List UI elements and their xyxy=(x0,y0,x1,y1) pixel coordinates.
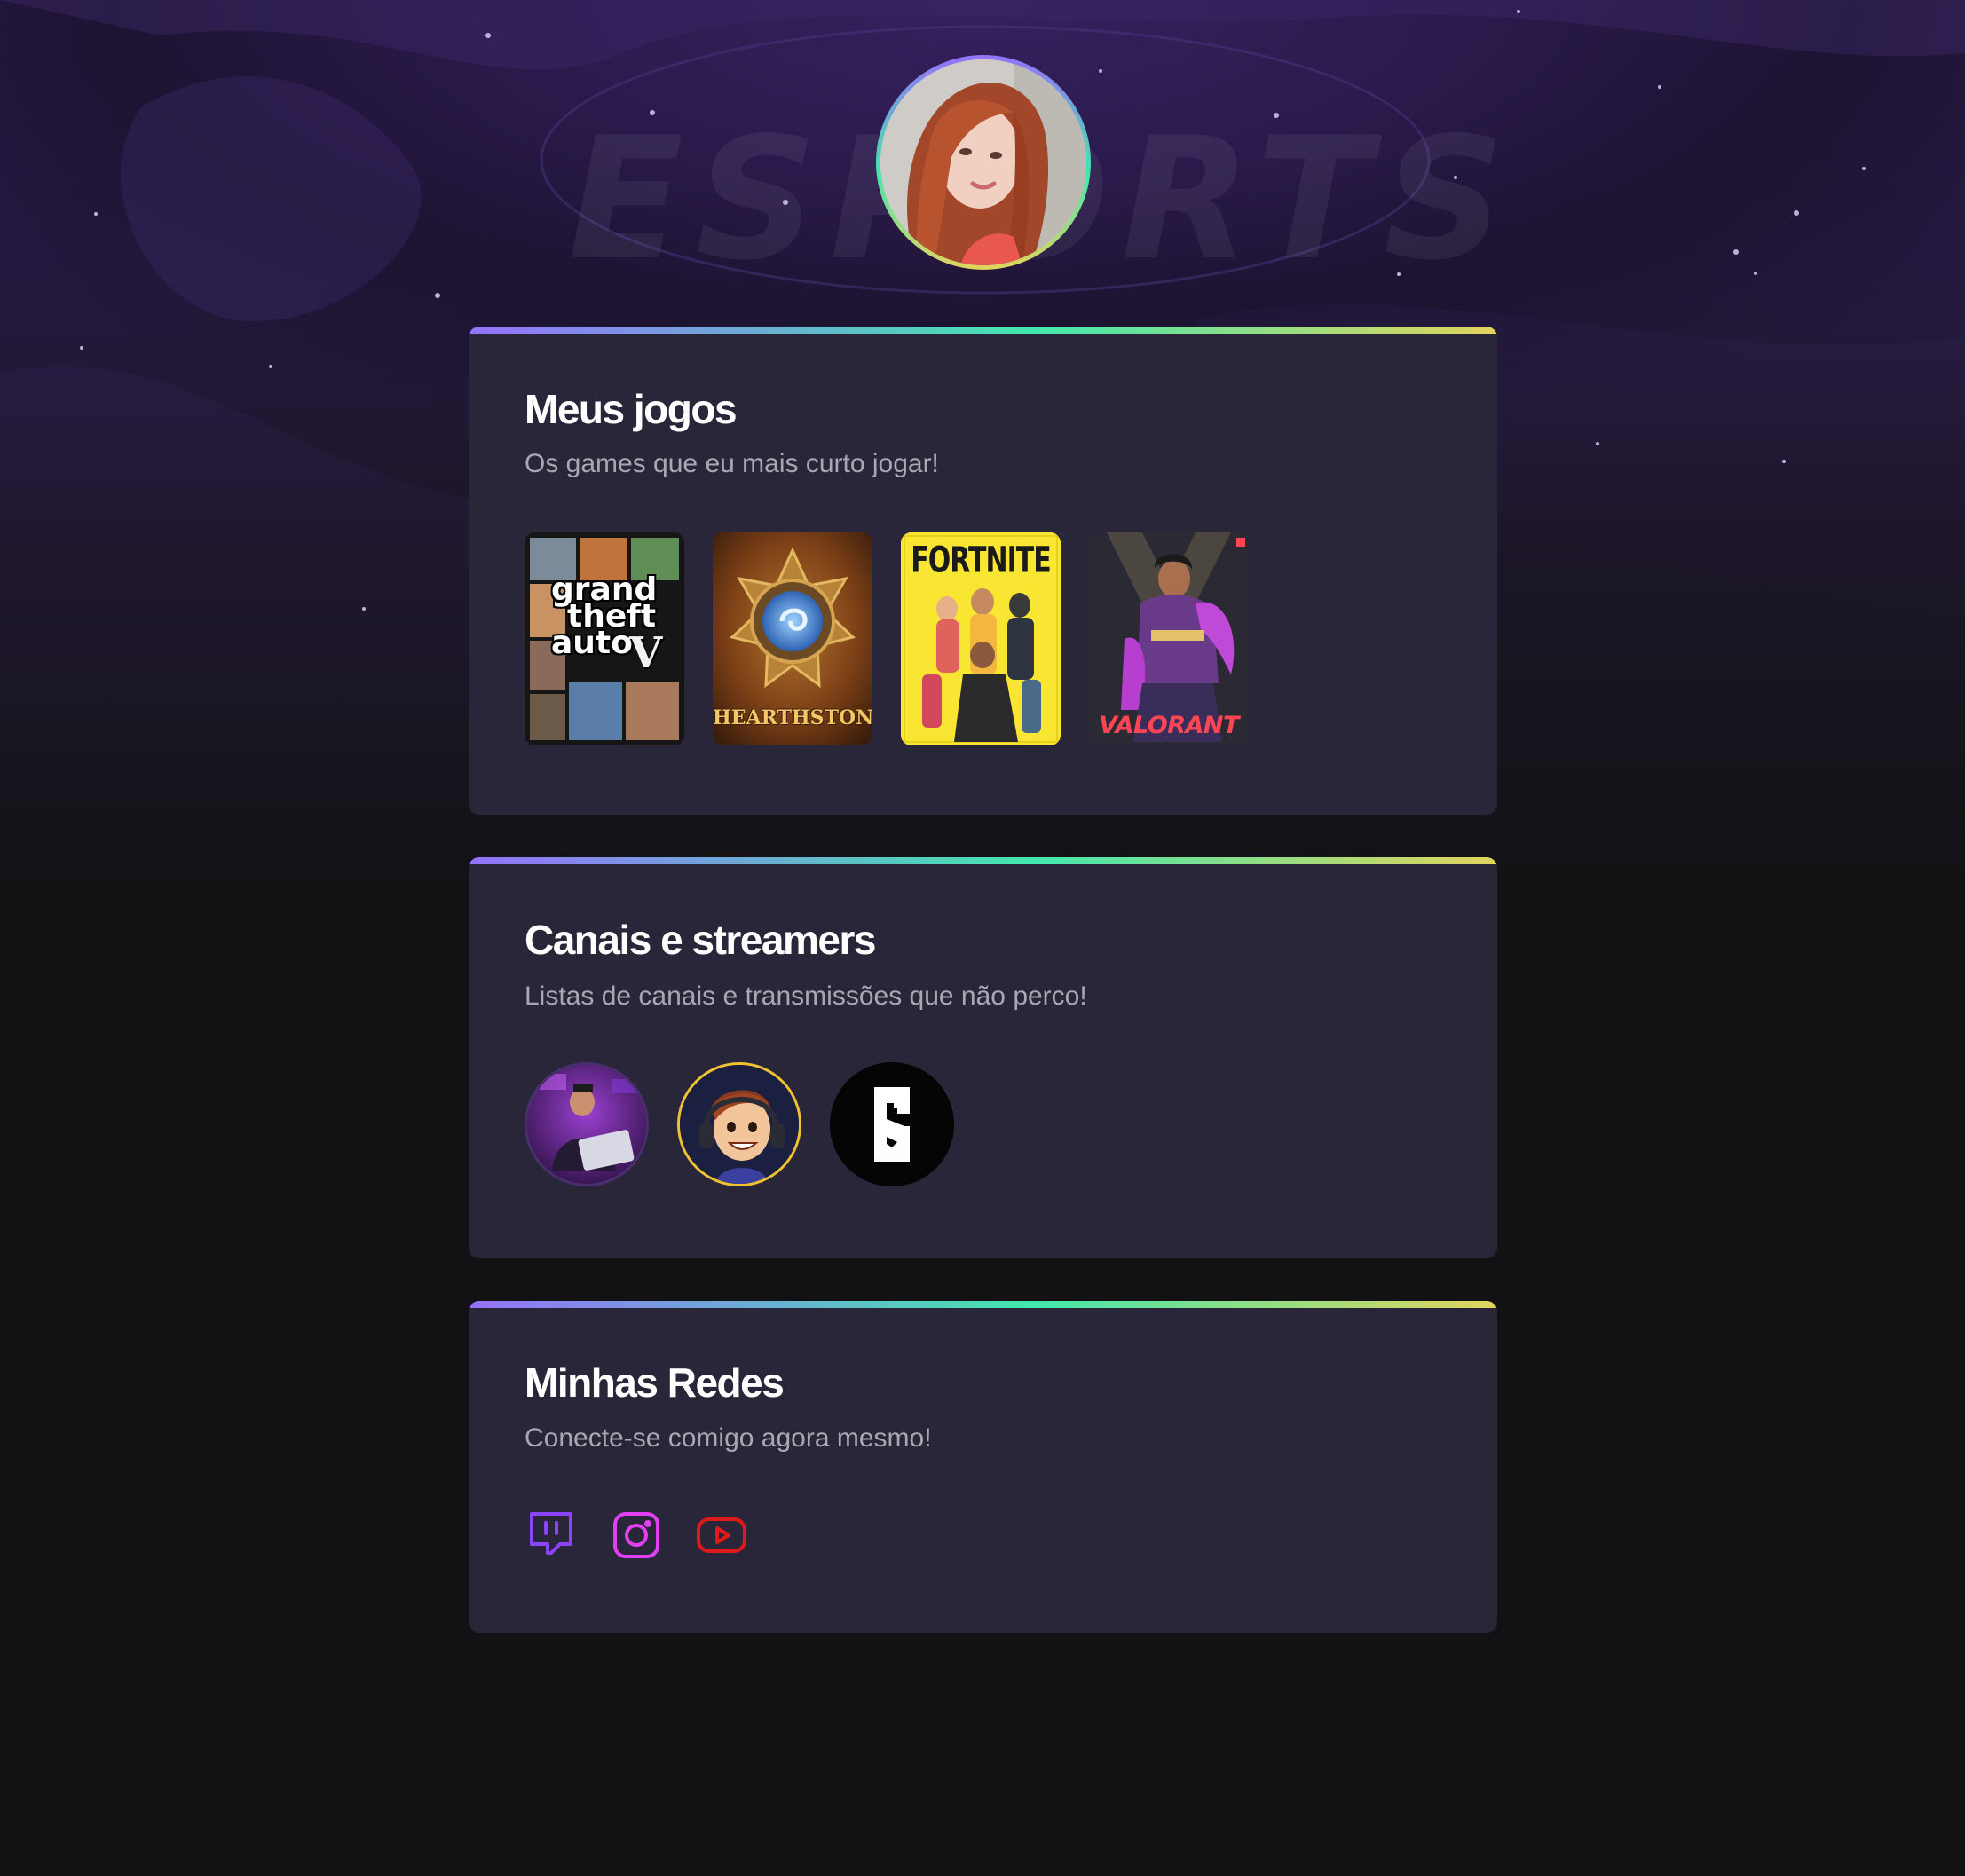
hearthstone-title: HEARTHSTONE xyxy=(713,706,872,729)
games-subtitle: Os games que eu mais curto jogar! xyxy=(525,449,939,478)
streamer-laptop-avatar[interactable] xyxy=(525,1062,649,1186)
esports-logo-avatar[interactable] xyxy=(830,1062,954,1186)
gta-badge: V xyxy=(629,628,663,678)
games-card: Meus jogos Os games que eu mais curto jo… xyxy=(469,327,1497,815)
avatar-photo xyxy=(880,59,1086,265)
game-cover-hearthstone[interactable]: HEARTHSTONE xyxy=(713,532,872,745)
streamers-card: Canais e streamers Listas de canais e tr… xyxy=(469,857,1497,1258)
game-cover-gta-v[interactable]: grand theft auto V xyxy=(525,532,684,745)
socials-title: Minhas Redes xyxy=(525,1360,785,1406)
game-cover-valorant[interactable]: VALORANT xyxy=(1089,532,1249,745)
profile-avatar xyxy=(876,55,1091,270)
instagram-icon[interactable] xyxy=(610,1509,663,1562)
twitch-icon[interactable] xyxy=(525,1509,578,1562)
valorant-title: VALORANT xyxy=(1099,712,1239,739)
socials-list xyxy=(525,1509,880,1562)
socials-card: Minhas Redes Conecte-se comigo agora mes… xyxy=(469,1301,1497,1633)
socials-subtitle: Conecte-se comigo agora mesmo! xyxy=(525,1423,932,1453)
game-cover-fortnite[interactable]: FORTNITE xyxy=(901,532,1061,745)
cartoon-headset-avatar[interactable] xyxy=(677,1062,801,1186)
games-title: Meus jogos xyxy=(525,386,738,432)
fortnite-title: FORTNITE xyxy=(911,539,1051,582)
games-list: grand theft auto V HEARTHSTONE FORTNITE … xyxy=(525,532,1323,745)
streamers-subtitle: Listas de canais e transmissões que não … xyxy=(525,981,1087,1011)
streamers-list xyxy=(525,1062,1057,1186)
youtube-icon[interactable] xyxy=(695,1509,748,1562)
streamers-title: Canais e streamers xyxy=(525,917,876,963)
